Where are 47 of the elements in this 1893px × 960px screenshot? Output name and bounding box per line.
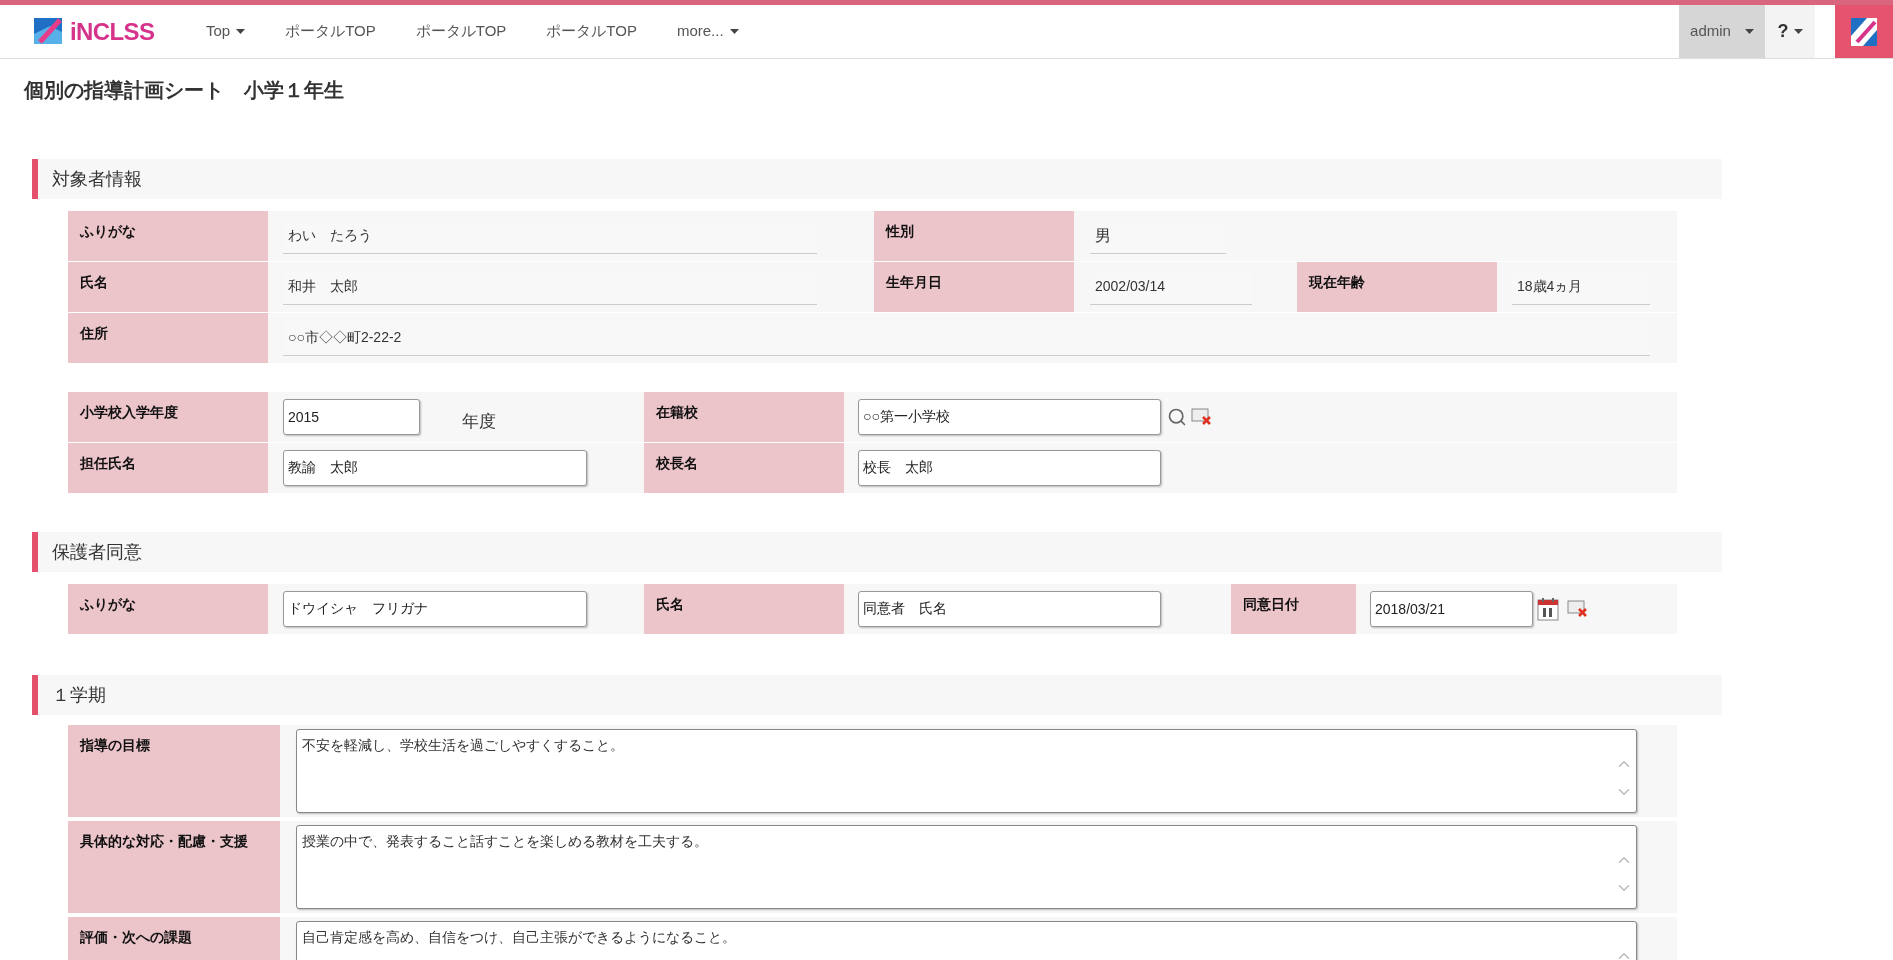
clear-icon[interactable] [1191,408,1213,426]
section-header: 対象者情報 [32,159,1722,199]
field-label: ふりがな [68,211,268,261]
app-button[interactable] [1835,5,1893,58]
field-label: ふりがな [68,584,268,634]
nav-link[interactable]: ポータルTOP [271,20,390,43]
text-area[interactable]: 自己肯定感を高め、自信をつけ、自己主張ができるようになること。 [296,921,1637,960]
input-field[interactable]: 校長 太郎 [858,450,1161,486]
field-label: 担任氏名 [68,443,268,493]
input-field[interactable]: 同意者 氏名 [858,591,1161,627]
input-field[interactable]: 教諭 太郎 [283,450,587,486]
nav-link[interactable]: more... [662,20,753,43]
field-label: 在籍校 [644,392,844,442]
input-field[interactable]: ○○第一小学校 [858,399,1161,435]
caret-icon [236,29,246,34]
page-title: 個別の指導計画シート 小学１年生 [23,78,345,103]
user-menu-button[interactable]: admin [1679,5,1765,58]
input-field[interactable]: 2015 [283,399,420,435]
calendar-icon[interactable] [1537,597,1559,621]
field-label: 校長名 [644,443,844,493]
logo-icon [1849,15,1879,48]
logo-text[interactable]: iNCLSS [70,13,155,50]
nav-link[interactable]: Top [192,20,260,43]
search-icon[interactable] [1167,407,1187,427]
nav-link[interactable]: ポータルTOP [401,20,521,43]
field-label: 小学校入学年度 [68,392,268,442]
unit-text: 年度 [462,411,497,434]
field-label: 氏名 [644,584,844,634]
input-field[interactable]: 2018/03/21 [1370,591,1533,627]
section-header: １学期 [32,675,1722,715]
caret-icon [729,29,739,34]
field-label: 指導の目標 [68,725,280,817]
field-label: 現在年齢 [1297,262,1497,312]
field-label: 同意日付 [1231,584,1356,634]
clear-icon[interactable] [1567,600,1589,618]
field-label: 評価・次への課題 [68,917,280,960]
caret-icon [1793,29,1803,34]
input-field[interactable]: ドウイシャ フリガナ [283,591,587,627]
field-label: 性別 [874,211,1074,261]
field-label: 住所 [68,313,268,363]
section-header: 保護者同意 [32,532,1722,572]
caret-icon [1744,29,1754,34]
nav-link[interactable]: ポータルTOP [532,20,651,43]
field-label: 氏名 [68,262,268,312]
help-menu-button[interactable]: ? [1765,5,1815,58]
field-label: 具体的な対応・配慮・支援 [68,821,280,913]
field-label: 生年月日 [874,262,1074,312]
